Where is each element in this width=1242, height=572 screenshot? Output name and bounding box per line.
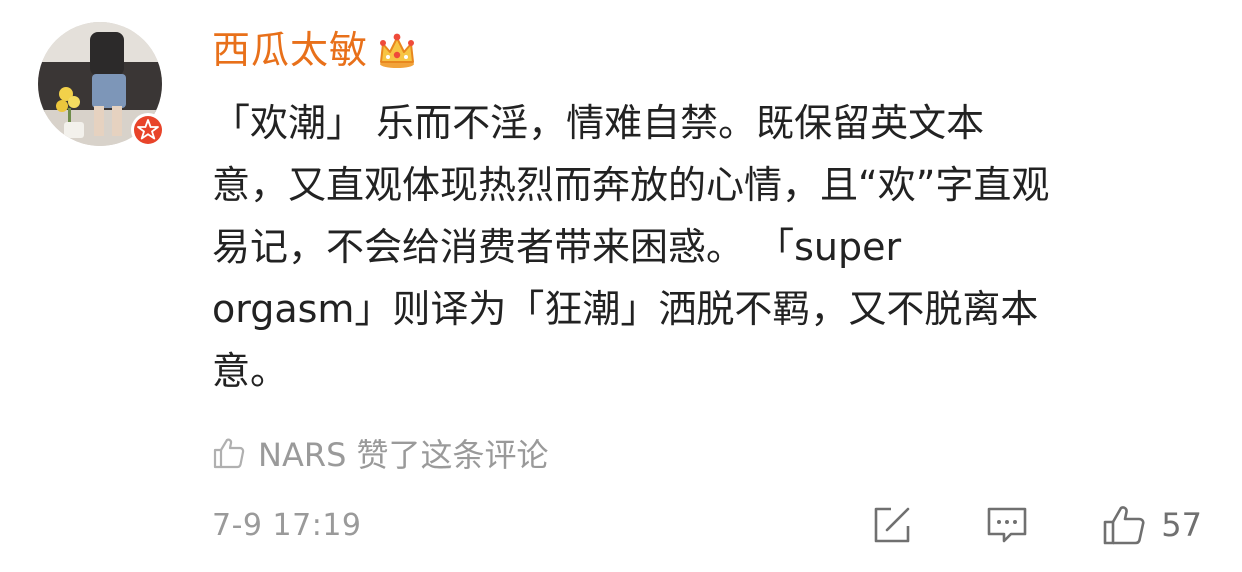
comment-footer: 7-9 17:19 57	[212, 500, 1202, 550]
comment-line: orgasm」则译为「狂潮」洒脱不羁，又不脱离本	[212, 287, 1039, 331]
author-liked-note: NARS 赞了这条评论	[212, 430, 549, 476]
liked-by-text: NARS 赞了这条评论	[258, 436, 549, 474]
like-button[interactable]: 57	[1101, 503, 1202, 547]
comment-actions: 57	[871, 500, 1202, 550]
verified-star-icon	[130, 112, 166, 148]
comment-bubble-icon	[987, 507, 1027, 543]
comment-line: 意。	[212, 349, 289, 393]
comment-line: 意，又直观体现热烈而奔放的心情，且“欢”字直观	[212, 163, 1050, 207]
comment-line: 易记，不会给消费者带来困惑。 「super	[212, 225, 902, 269]
share-button[interactable]	[871, 504, 913, 546]
thumbs-up-outline-icon	[213, 438, 245, 469]
avatar-container[interactable]	[38, 22, 168, 152]
comment-body: 「欢潮」 乐而不淫，情难自禁。既保留英文本 意，又直观体现热烈而奔放的心情，且“…	[212, 92, 1212, 402]
comment-line: 「欢潮」 乐而不淫，情难自禁。既保留英文本	[212, 101, 985, 145]
comment-card: 西瓜太敏 「欢潮」 乐而不淫，情难自禁。既保留英文本 意，又直观体现热烈而奔放的…	[0, 0, 1242, 572]
crown-icon	[380, 33, 415, 68]
timestamp: 7-9 17:19	[212, 507, 362, 543]
reply-button[interactable]	[985, 504, 1029, 546]
like-count: 57	[1161, 506, 1202, 544]
edit-share-icon	[874, 507, 910, 543]
username-row: 西瓜太敏	[212, 24, 418, 76]
username-link[interactable]: 西瓜太敏	[212, 24, 368, 76]
thumbs-up-icon	[1103, 506, 1145, 545]
